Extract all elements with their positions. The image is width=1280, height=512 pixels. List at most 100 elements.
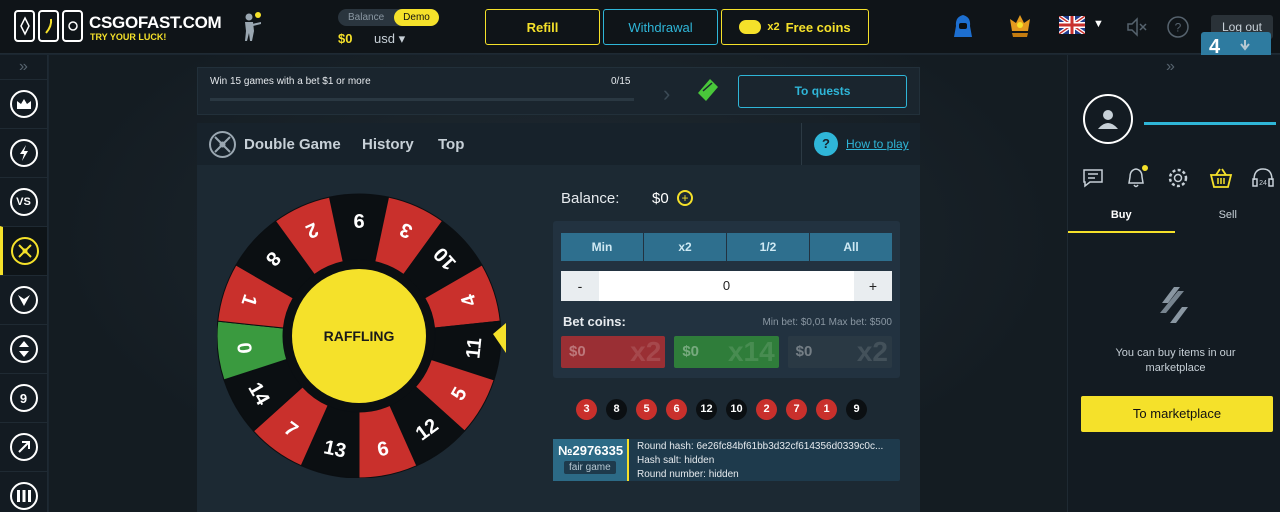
game-header: Double Game History Top ? How to play [197,123,920,165]
round-hash: Round hash: 6e26fc84bf61bb3d32cf614356d0… [637,441,884,452]
chat-icon[interactable] [1080,165,1106,191]
basket-icon[interactable] [1208,165,1234,191]
add-balance-icon[interactable]: + [677,190,693,206]
tab-buy[interactable]: Buy [1068,201,1175,233]
currency-value: usd [374,31,395,46]
free-coins-multiplier: x2 [767,21,780,33]
sound-muted-icon[interactable] [1126,17,1148,42]
all-in-button[interactable]: All [810,233,892,261]
demo-toggle[interactable]: Demo [394,9,439,26]
avatar[interactable] [1083,94,1133,144]
bet-balance-value: $0 [652,190,669,207]
to-quests-button[interactable]: To quests [738,75,907,108]
how-to-play-link[interactable]: How to play [846,137,909,151]
hash-salt: Hash salt: hidden [637,455,715,466]
balance-toggle-label[interactable]: Balance [348,12,384,23]
round-history: 3 8 5 6 12 10 2 7 1 9 [576,399,867,420]
bell-icon[interactable] [1123,165,1149,191]
roulette-wheel: 9 3104115126137140182 RAFFLING [217,193,506,478]
expand-icon[interactable]: » [0,55,47,79]
bet-red-button[interactable]: $0 x2 [561,336,666,368]
tab-sell[interactable]: Sell [1175,201,1280,233]
nav-hilo-game[interactable] [0,324,47,373]
currency-select[interactable]: usd ▾ [374,31,405,47]
bet-coins-label: Bet coins: [563,314,626,329]
chevron-down-icon[interactable]: ▼ [1093,18,1104,30]
bet-green-button[interactable]: $0 x14 [674,336,779,368]
round-number: №2976335 [558,443,624,458]
free-coins-button[interactable]: x2 Free coins [721,9,869,45]
versus-icon: VS [9,188,38,216]
bet-black-button[interactable]: $0 x2 [787,336,892,368]
increase-bet-button[interactable]: + [854,271,892,301]
min-max-bet-text: Min bet: $0,01 Max bet: $500 [762,317,892,328]
decrease-bet-button[interactable]: - [561,271,599,301]
coins-icon [739,20,762,34]
bet-red-multiplier: x2 [630,336,662,367]
history-chip: 3 [576,399,597,420]
bet-balance-label: Balance: [561,190,620,207]
nav-slot-game[interactable] [0,275,47,324]
header-balance-amount: $0 [338,31,353,46]
nav-crash-game[interactable] [0,422,47,471]
nav-nine-game[interactable]: 9 [0,373,47,422]
half-bet-button[interactable]: 1/2 [727,233,809,261]
wheel-segment-number: 13 [322,436,348,462]
help-icon[interactable]: ? [814,132,838,156]
quest-progress-bar [210,98,634,101]
marketplace-logo-icon [1156,283,1194,332]
history-chip: 12 [696,399,717,420]
nav-classic-game[interactable] [0,79,47,128]
withdrawal-button[interactable]: Withdrawal [603,9,718,45]
left-nav-rail: » VS 9 [0,55,48,512]
nav-duel-game[interactable]: VS [0,177,47,226]
wheel-center-status: RAFFLING [324,328,395,344]
history-chip: 7 [786,399,807,420]
help-icon[interactable]: ? [1167,16,1189,43]
refill-button[interactable]: Refill [485,9,600,45]
double-game-icon [209,131,236,158]
reward-ticket-icon [694,77,722,110]
fair-game-button[interactable]: fair game [564,461,616,474]
history-chip: 9 [846,399,867,420]
crown-icon [9,90,38,118]
rank-badge-icon[interactable] [1006,13,1034,44]
marketplace-text: You can buy items in our marketplace [1115,347,1236,374]
chevron-down-icon: ▾ [398,31,406,46]
nav-slots-game[interactable] [0,471,47,512]
svg-text:24: 24 [1259,180,1267,187]
gear-icon[interactable] [1165,165,1191,191]
nav-fast-game[interactable] [0,128,47,177]
double-bet-button[interactable]: x2 [644,233,726,261]
notification-dot [1141,165,1148,171]
top-bar: CSGOFAST.COM TRY YOUR LUCK! Balance Demo… [0,0,1280,58]
bet-amount-input[interactable]: 0 [599,271,854,301]
right-panel: » 24 Buy Sell You can buy items in our m… [1067,55,1280,512]
brand-name[interactable]: CSGOFAST.COM [89,13,222,33]
history-chip: 5 [636,399,657,420]
support-24-icon[interactable]: 24 [1250,165,1276,191]
logo-icon[interactable] [14,10,84,44]
collapse-icon[interactable]: » [1166,58,1175,76]
quest-bar: Win 15 games with a bet $1 or more 0/15 … [197,67,920,115]
bet-black-amount: $0 [795,343,813,360]
to-marketplace-button[interactable]: To marketplace [1081,396,1273,432]
divider [801,123,802,165]
nav-double-game[interactable] [0,226,47,275]
slots-icon [9,482,38,510]
double-game-icon [11,237,39,265]
language-flag-icon[interactable] [1057,14,1087,39]
round-info: №2976335 fair game Round hash: 6e26fc84b… [553,439,900,481]
tab-top[interactable]: Top [438,136,464,153]
tab-double-game[interactable]: Double Game [244,136,341,153]
min-bet-button[interactable]: Min [561,233,643,261]
soldier-icon[interactable] [240,12,262,47]
brand-tagline: TRY YOUR LUCK! [90,32,167,42]
quest-description: Win 15 games with a bet $1 or more [210,76,371,87]
hacker-icon[interactable] [952,14,974,43]
bet-green-amount: $0 [682,343,700,360]
tab-history[interactable]: History [362,136,414,153]
history-chip: 2 [756,399,777,420]
bet-amount-stepper: - 0 + [561,271,892,301]
panel-icon-row: 24 [1080,165,1276,191]
